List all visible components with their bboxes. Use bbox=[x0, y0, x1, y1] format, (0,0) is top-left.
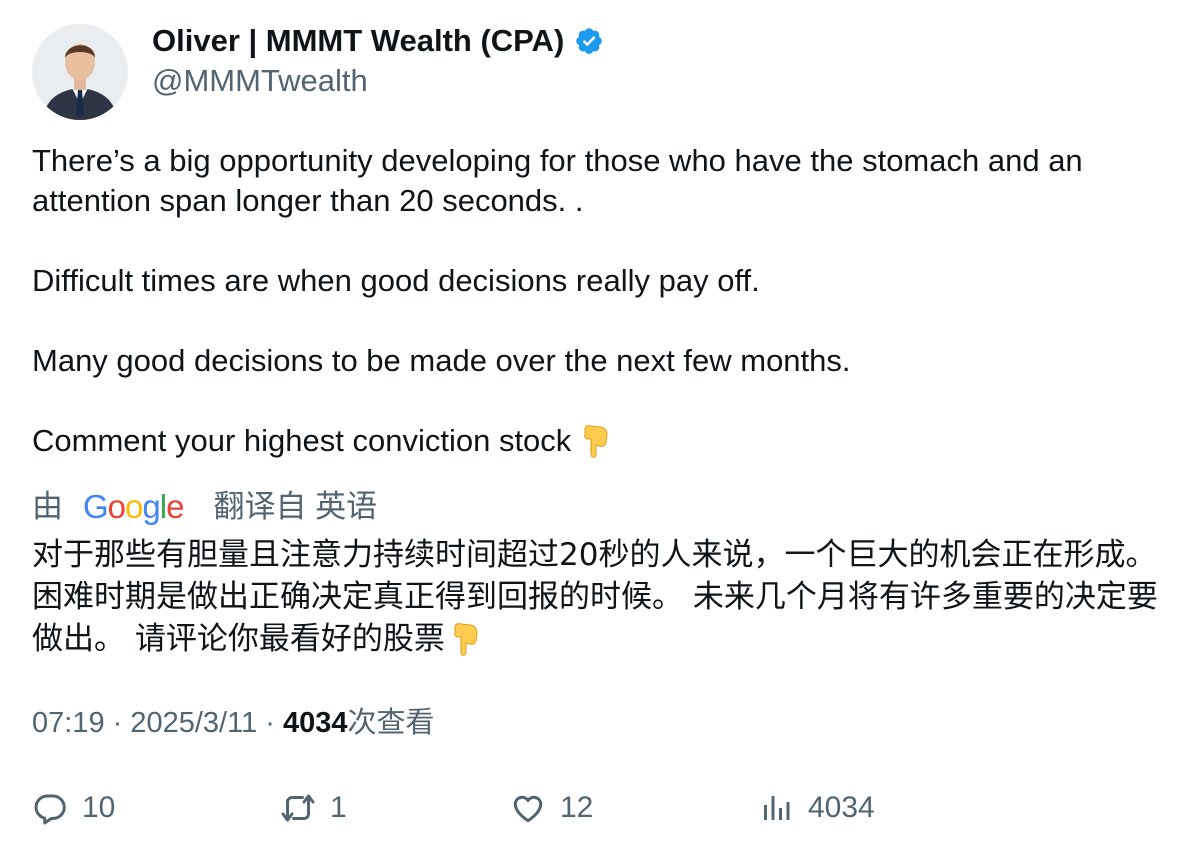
translated-text-content: 对于那些有胆量且注意力持续时间超过20秒的人来说，一个巨大的机会正在形成。 困难… bbox=[32, 537, 1158, 657]
meta-separator: · bbox=[257, 707, 284, 739]
tweet-time[interactable]: 07:19 bbox=[32, 707, 105, 739]
reply-button[interactable]: 10 bbox=[32, 790, 115, 826]
verified-badge-icon bbox=[576, 28, 603, 54]
retweet-count: 1 bbox=[330, 791, 347, 824]
author-name-text: Oliver | MMMT Wealth (CPA) bbox=[152, 23, 565, 58]
tweet-paragraph: Comment your highest conviction stock bbox=[32, 421, 1172, 461]
retweet-button[interactable]: 1 bbox=[280, 790, 347, 826]
analytics-bar-icon bbox=[764, 796, 790, 820]
like-count: 12 bbox=[560, 791, 594, 824]
retweet-icon bbox=[281, 794, 315, 822]
tweet-date[interactable]: 2025/3/11 bbox=[130, 707, 257, 739]
tweet-paragraph: Many good decisions to be made over the … bbox=[32, 343, 851, 378]
avatar[interactable] bbox=[32, 24, 128, 120]
author-name[interactable]: Oliver | MMMT Wealth (CPA) bbox=[152, 22, 604, 60]
tweet-paragraph: There’s a big opportunity developing for… bbox=[32, 143, 1083, 218]
heart-icon bbox=[513, 795, 543, 823]
reply-count: 10 bbox=[82, 791, 116, 824]
translation-attribution: 由 Google 翻译自 英语 bbox=[32, 486, 377, 528]
view-count: 4034 bbox=[283, 707, 348, 739]
tweet-meta: 07:19 · 2025/3/11 · 4034次查看 bbox=[32, 703, 435, 743]
translated-text: 对于那些有胆量且注意力持续时间超过20秒的人来说，一个巨大的机会正在形成。 困难… bbox=[32, 534, 1162, 660]
tweet-paragraph: Difficult times are when good decisions … bbox=[32, 263, 760, 298]
author-handle[interactable]: @MMMTwealth bbox=[152, 62, 368, 100]
views-button[interactable]: 4034 bbox=[758, 790, 875, 826]
views-count: 4034 bbox=[808, 791, 875, 824]
avatar-image bbox=[32, 24, 128, 120]
view-count-label: 次查看 bbox=[347, 707, 435, 739]
tweet-text: There’s a big opportunity developing for… bbox=[32, 141, 1172, 461]
pointing-down-emoji-icon bbox=[584, 425, 608, 458]
tweet-paragraph-text: Comment your highest conviction stock bbox=[32, 423, 572, 458]
reply-icon bbox=[34, 794, 66, 825]
pointing-down-emoji-icon bbox=[453, 623, 478, 656]
meta-separator: · bbox=[104, 707, 131, 739]
like-button[interactable]: 12 bbox=[510, 790, 593, 826]
google-logo: Google bbox=[83, 488, 184, 525]
translated-from-label[interactable]: 翻译自 英语 bbox=[213, 486, 377, 528]
translation-prefix: 由 bbox=[32, 489, 63, 524]
